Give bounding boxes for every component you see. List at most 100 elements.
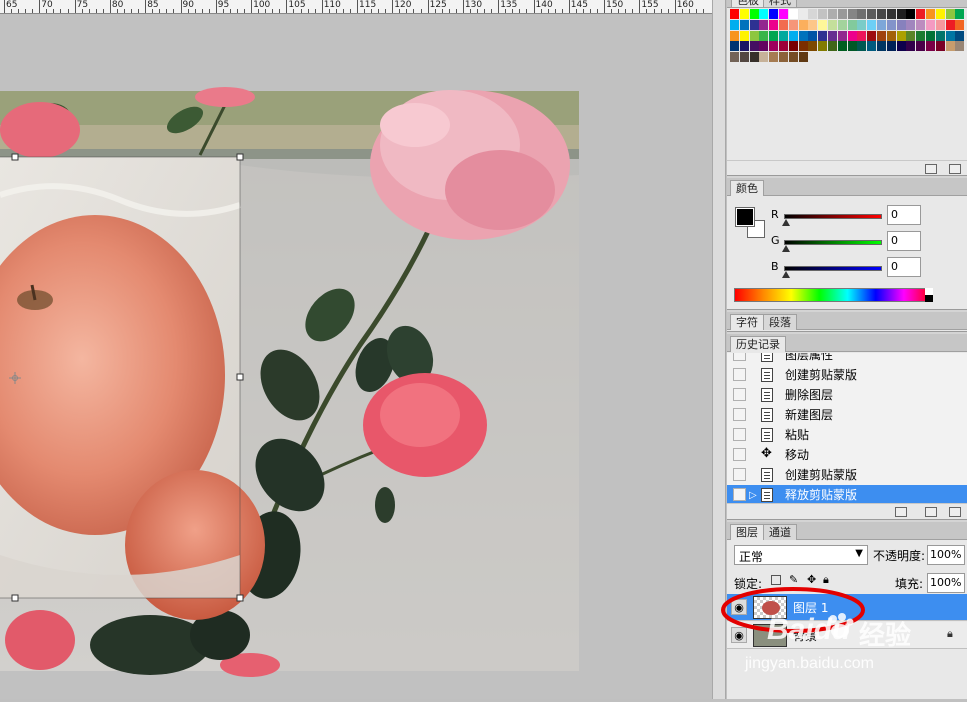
color-swatch[interactable] — [749, 9, 759, 19]
color-swatch[interactable] — [788, 52, 798, 63]
fill-input[interactable]: 100% — [927, 573, 965, 593]
tab-channels[interactable]: 通道 — [763, 524, 797, 540]
history-item[interactable]: ✥ 移动 — [727, 445, 967, 465]
camera-icon[interactable] — [925, 507, 937, 517]
tab-swatches[interactable]: 色板 — [731, 0, 765, 7]
blend-mode-select[interactable]: 正常 ▼ — [734, 545, 868, 565]
color-swatch[interactable] — [798, 19, 808, 30]
foreground-color-swatch[interactable] — [735, 207, 755, 227]
color-swatch[interactable] — [818, 30, 828, 41]
color-swatch[interactable] — [877, 41, 886, 52]
color-swatch[interactable] — [837, 41, 847, 52]
color-swatch[interactable] — [808, 41, 818, 52]
slider-thumb-icon[interactable] — [782, 219, 790, 226]
color-swatch[interactable] — [730, 30, 739, 41]
trash-icon[interactable] — [949, 507, 961, 517]
color-swatch[interactable] — [886, 30, 896, 41]
transform-handle[interactable] — [236, 153, 244, 161]
color-swatch[interactable] — [935, 19, 945, 30]
tab-character[interactable]: 字符 — [730, 314, 764, 330]
color-swatch[interactable] — [798, 30, 808, 41]
color-swatch[interactable] — [857, 9, 867, 19]
transform-handle[interactable] — [236, 373, 244, 381]
history-item[interactable]: 创建剪贴蒙版 — [727, 465, 967, 485]
color-swatch[interactable] — [828, 9, 837, 19]
color-swatch[interactable] — [808, 19, 818, 30]
color-swatch[interactable] — [935, 9, 945, 19]
color-swatch[interactable] — [837, 30, 847, 41]
color-swatch[interactable] — [828, 19, 837, 30]
history-snapshot-checkbox[interactable] — [733, 448, 746, 461]
history-snapshot-checkbox[interactable] — [733, 388, 746, 401]
color-swatch[interactable] — [926, 19, 935, 30]
color-swatch[interactable] — [847, 9, 857, 19]
color-swatch[interactable] — [916, 41, 926, 52]
opacity-input[interactable]: 100% — [927, 545, 965, 565]
document-canvas[interactable] — [0, 15, 712, 699]
color-swatch[interactable] — [877, 30, 886, 41]
color-swatch[interactable] — [739, 52, 749, 63]
history-snapshot-checkbox[interactable] — [733, 488, 746, 501]
color-swatch[interactable] — [896, 30, 906, 41]
color-swatch[interactable] — [926, 9, 935, 19]
color-swatch[interactable] — [788, 9, 798, 19]
transform-handle[interactable] — [11, 153, 19, 161]
color-swatch[interactable] — [955, 30, 965, 41]
color-swatch[interactable] — [837, 19, 847, 30]
color-swatch[interactable] — [798, 52, 808, 63]
color-swatch[interactable] — [798, 41, 808, 52]
channel-value-r[interactable]: 0 — [887, 205, 921, 225]
color-swatch[interactable] — [955, 41, 965, 52]
color-swatch[interactable] — [779, 52, 788, 63]
color-swatch[interactable] — [877, 19, 886, 30]
color-swatch[interactable] — [857, 30, 867, 41]
color-swatch[interactable] — [769, 9, 779, 19]
color-swatch[interactable] — [847, 41, 857, 52]
color-swatch[interactable] — [739, 30, 749, 41]
color-swatch[interactable] — [779, 41, 788, 52]
color-swatch[interactable] — [779, 9, 788, 19]
color-swatch[interactable] — [945, 9, 955, 19]
color-swatch[interactable] — [886, 9, 896, 19]
color-swatch[interactable] — [867, 9, 877, 19]
color-swatch[interactable] — [847, 19, 857, 30]
color-swatch[interactable] — [798, 9, 808, 19]
color-swatch[interactable] — [759, 9, 769, 19]
channel-slider-g[interactable] — [784, 240, 882, 245]
color-swatch[interactable] — [769, 41, 779, 52]
history-snapshot-checkbox[interactable] — [733, 408, 746, 421]
history-item[interactable]: ▷ 释放剪贴蒙版 — [727, 485, 967, 503]
color-swatch[interactable] — [769, 19, 779, 30]
color-swatch[interactable] — [818, 9, 828, 19]
color-swatch[interactable] — [935, 30, 945, 41]
color-swatch[interactable] — [788, 30, 798, 41]
channel-slider-r[interactable] — [784, 214, 882, 219]
color-swatch[interactable] — [769, 30, 779, 41]
apple-layer-image[interactable] — [0, 157, 265, 620]
color-swatch[interactable] — [749, 19, 759, 30]
color-swatch[interactable] — [818, 19, 828, 30]
color-swatch[interactable] — [828, 30, 837, 41]
color-spectrum-bar[interactable] — [734, 288, 933, 302]
transform-handle[interactable] — [11, 594, 19, 602]
color-swatch[interactable] — [847, 30, 857, 41]
tab-history[interactable]: 历史记录 — [730, 336, 786, 352]
color-swatch[interactable] — [916, 30, 926, 41]
history-item[interactable]: 创建剪贴蒙版 — [727, 365, 967, 385]
color-swatch[interactable] — [896, 41, 906, 52]
color-swatch[interactable] — [906, 30, 916, 41]
color-swatch[interactable] — [739, 9, 749, 19]
color-swatch[interactable] — [877, 9, 886, 19]
color-swatch[interactable] — [779, 19, 788, 30]
slider-thumb-icon[interactable] — [782, 271, 790, 278]
color-swatch[interactable] — [739, 41, 749, 52]
color-swatch[interactable] — [945, 41, 955, 52]
new-document-icon[interactable] — [895, 507, 907, 517]
color-swatch[interactable] — [906, 9, 916, 19]
tab-styles[interactable]: 样式 — [763, 0, 797, 7]
color-swatch[interactable] — [857, 41, 867, 52]
color-swatch[interactable] — [886, 19, 896, 30]
color-swatch[interactable] — [955, 19, 965, 30]
color-swatch[interactable] — [739, 19, 749, 30]
color-swatch[interactable] — [779, 30, 788, 41]
